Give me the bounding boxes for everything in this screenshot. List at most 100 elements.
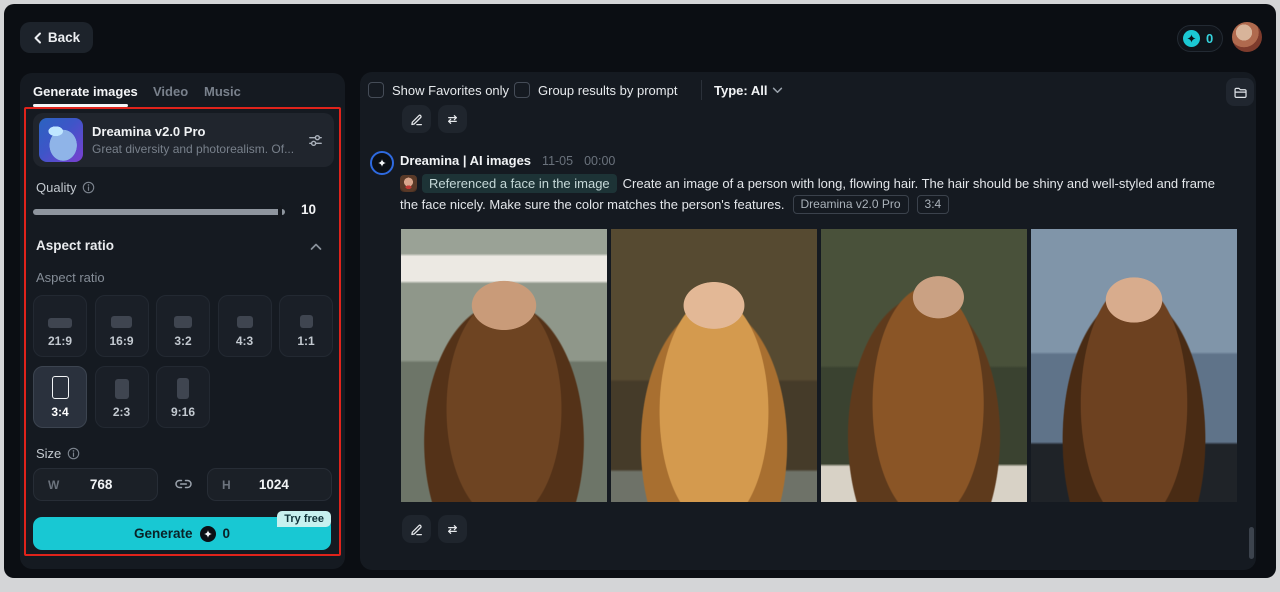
chevron-up-icon[interactable] [310,243,322,251]
model-settings-icon[interactable] [307,132,324,149]
repeat-icon [448,524,457,534]
model-chip: Dreamina v2.0 Pro [792,195,909,214]
ratio-option-label: 21:9 [47,334,73,348]
try-free-badge: Try free [277,511,331,527]
generated-image-4[interactable] [1031,229,1237,502]
ratio-shape-icon [48,318,72,328]
user-avatar[interactable] [1232,22,1262,52]
quality-slider[interactable] [33,205,285,219]
filter-divider [701,80,702,100]
aspect-option-3-2[interactable]: 3:2 [156,295,210,357]
aspect-ratio-label: Aspect ratio [36,270,105,285]
ratio-option-label: 9:16 [170,405,196,419]
folder-icon [1233,87,1247,98]
credit-coin-icon [199,525,216,542]
height-dim-label: H [222,477,231,492]
chevron-left-icon [34,32,41,43]
ratio-shape-icon [236,316,253,328]
height-field[interactable]: H 1024 [207,468,332,501]
pencil-icon [411,114,422,125]
tab-video[interactable]: Video [153,84,188,99]
back-label: Back [47,30,81,45]
generated-image-3[interactable] [821,229,1027,502]
generate-button[interactable]: Generate 0 Try free [33,511,331,550]
model-selector[interactable]: Dreamina v2.0 Pro Great diversity and ph… [33,113,334,167]
message-header: Dreamina | AI images 11-05 00:00 [400,153,615,168]
height-value[interactable]: 1024 [231,477,317,492]
group-results-label[interactable]: Group results by prompt [538,83,677,98]
credit-coin-icon [1183,30,1200,47]
ratio-shape-icon [177,378,189,399]
scrollbar-thumb[interactable] [1249,527,1254,559]
credits-count: 0 [1206,31,1214,46]
model-name: Dreamina v2.0 Pro [92,124,206,139]
generated-image-2[interactable] [611,229,817,502]
app-window: Back 0 Generate images Video Music Dream… [4,4,1276,578]
model-thumbnail [39,118,83,162]
pencil-icon [411,524,422,535]
link-dimensions-button[interactable] [166,472,200,496]
quality-label: Quality [36,180,95,195]
tab-generate-images[interactable]: Generate images [33,84,138,99]
ratio-chip: 3:4 [916,195,950,214]
group-results-checkbox[interactable] [514,82,530,98]
ratio-option-label: 16:9 [109,334,134,348]
active-tab-underline [33,104,128,107]
result-images [401,229,1237,502]
aspect-option-3-4[interactable]: 3:4 [33,366,87,428]
chain-link-icon [174,479,192,489]
aspect-ratio-section-header[interactable]: Aspect ratio [36,238,114,253]
ratio-option-label: 2:3 [112,405,131,419]
back-button[interactable]: Back [20,22,93,53]
width-value[interactable]: 768 [59,477,143,492]
quality-slider-handle[interactable] [278,205,282,219]
edit-prompt-button[interactable] [402,515,431,543]
results-panel: Show Favorites only Group results by pro… [360,72,1256,570]
width-field[interactable]: W 768 [33,468,158,501]
width-dim-label: W [48,477,60,492]
reference-face-thumbnail[interactable] [400,175,417,192]
chevron-down-icon [773,87,783,93]
regenerate-button[interactable] [438,105,467,133]
ratio-shape-icon [299,315,313,328]
aspect-option-9-16[interactable]: 9:16 [156,366,210,428]
quality-value: 10 [301,202,317,217]
tab-music[interactable]: Music [204,84,241,99]
model-description: Great diversity and photorealism. Of... [92,142,295,156]
aspect-option-4-3[interactable]: 4:3 [217,295,272,357]
aspect-option-1-1[interactable]: 1:1 [279,295,333,357]
dreamina-logo-icon [370,151,394,175]
aspect-grid: 21:9 16:9 3:2 4:3 1:1 3:4 2:3 9:16 [33,295,341,428]
aspect-option-2-3[interactable]: 2:3 [94,366,149,428]
aspect-option-16-9[interactable]: 16:9 [94,295,149,357]
credits-pill[interactable]: 0 [1177,25,1224,52]
ratio-shape-icon [174,316,192,328]
message-author: Dreamina | AI images [400,153,532,168]
ratio-shape-icon [111,316,132,328]
generate-label: Generate [133,526,193,541]
ratio-option-label: 1:1 [297,334,315,348]
ratio-option-label: 3:4 [51,405,69,419]
reference-face-chip: Referenced a face in the image [422,174,617,193]
info-icon [68,447,80,460]
message-date: 11-05 [542,154,574,168]
message-time: 00:00 [584,154,616,168]
ratio-shape-icon [114,379,129,399]
size-label: Size [36,446,80,461]
repeat-icon [448,114,457,124]
regenerate-button[interactable] [438,515,467,543]
sidebar-panel: Generate images Video Music Dreamina v2.… [20,73,345,569]
assets-button[interactable] [1226,78,1254,106]
generated-image-1[interactable] [401,229,607,502]
aspect-option-21-9[interactable]: 21:9 [33,295,87,357]
type-filter-dropdown[interactable]: Type: All [714,83,783,98]
generate-credit-cost: 0 [222,526,231,541]
ratio-option-label: 4:3 [235,334,254,348]
ratio-option-label: 3:2 [174,334,192,348]
show-favorites-label[interactable]: Show Favorites only [392,83,509,98]
edit-prompt-button[interactable] [402,105,431,133]
show-favorites-checkbox[interactable] [368,82,384,98]
prompt-text: Referenced a face in the image Create an … [400,173,1226,215]
ratio-shape-icon [51,376,69,399]
info-icon [83,181,95,194]
